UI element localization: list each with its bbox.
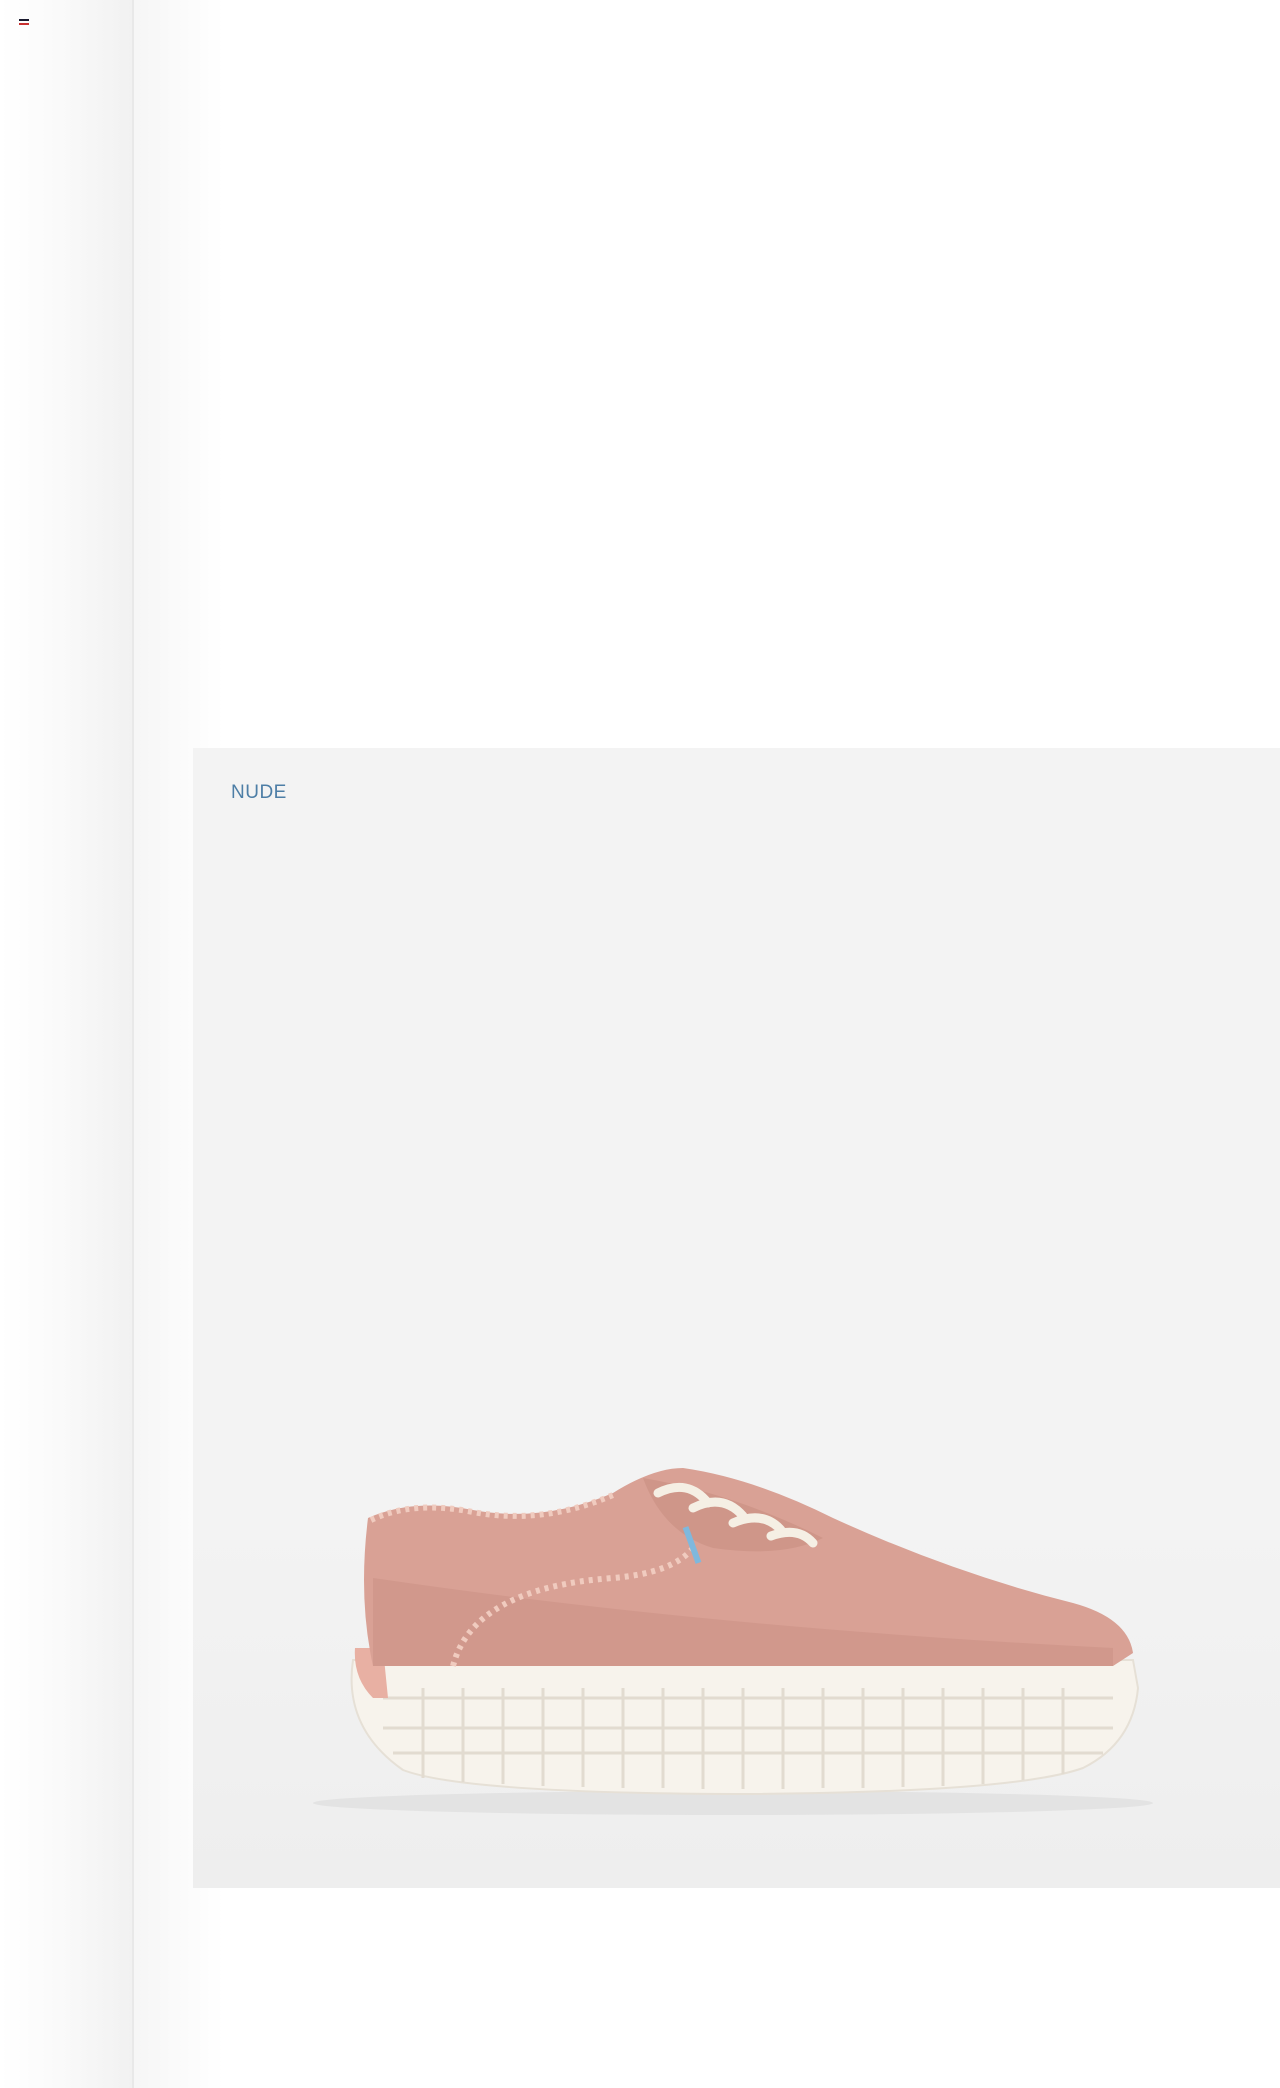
page: NUDE [0, 0, 1280, 2088]
product-image-card[interactable]: NUDE [193, 748, 1280, 1888]
color-name-label: NUDE [231, 782, 287, 803]
pink-canvas-sneaker-image [313, 1468, 1153, 1815]
side-panel [0, 0, 134, 2088]
hamburger-menu-icon[interactable] [19, 19, 29, 27]
